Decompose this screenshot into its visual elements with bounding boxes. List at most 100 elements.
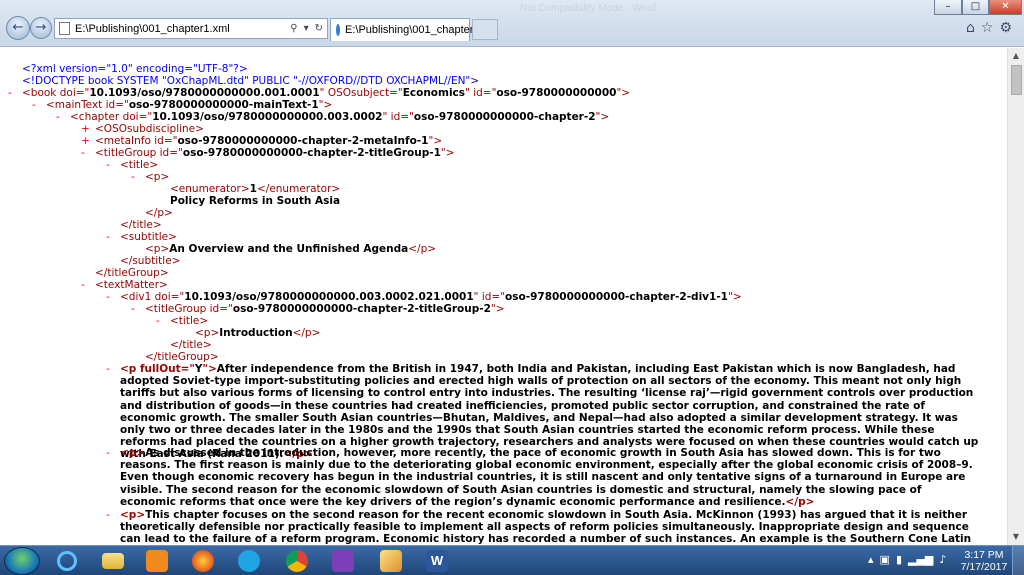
xml-line: </title>: [170, 339, 212, 351]
xml-token: ">: [318, 99, 333, 111]
xml-token: <chapter: [70, 111, 123, 123]
clock-time: 3:17 PM: [964, 549, 1004, 561]
signal-icon[interactable]: ▂▄▆: [908, 553, 933, 566]
xml-token: doi=": [59, 87, 90, 99]
settings-gear-icon[interactable]: ⚙: [999, 20, 1012, 36]
close-window-button[interactable]: ✕: [989, 0, 1022, 15]
document-icon: [59, 22, 70, 35]
home-icon[interactable]: ⌂: [966, 20, 975, 36]
xml-token: An Overview and the Unfinished Agenda: [169, 243, 409, 255]
taskbar-internet-explorer[interactable]: [50, 548, 84, 574]
xml-token: <p>: [145, 243, 170, 255]
xml-token: <titleGroup: [95, 147, 160, 159]
scroll-thumb[interactable]: [1011, 65, 1022, 95]
xml-token: Introduction: [219, 327, 293, 339]
xml-token: " id=": [382, 111, 414, 123]
visual-studio-icon: [332, 550, 354, 572]
xml-token: </p>: [408, 243, 437, 255]
xml-token: oso-9780000000000-chapter-2-titleGroup-1: [182, 147, 441, 159]
back-button[interactable]: ←: [6, 16, 30, 40]
firefox-icon: [192, 550, 214, 572]
collapse-toggle-icon[interactable]: -: [156, 315, 160, 327]
xml-token: ">: [595, 111, 610, 123]
xml-token: <p>: [120, 447, 146, 459]
taskbar-media-player[interactable]: [140, 548, 174, 574]
tray-app-icon[interactable]: ▣: [880, 553, 890, 566]
xml-token: <p>: [120, 509, 146, 521]
xml-token: oso-9780000000000-chapter-2-metaInfo-1: [177, 135, 429, 147]
collapse-toggle-icon[interactable]: -: [106, 509, 110, 521]
xml-token: <titleGroup: [145, 303, 210, 315]
xml-token: As discussed in the introduction, howeve…: [120, 447, 973, 508]
xml-token: id=": [154, 135, 178, 147]
scroll-up-icon[interactable]: ▲: [1008, 48, 1024, 64]
minimize-button[interactable]: –: [934, 0, 962, 15]
xml-token: <enumerator>: [170, 183, 250, 195]
internet-explorer-icon: [57, 551, 77, 571]
network-icon[interactable]: ▮: [896, 553, 902, 566]
forward-button[interactable]: →: [30, 17, 52, 39]
collapse-toggle-icon[interactable]: -: [81, 279, 85, 291]
collapse-toggle-icon[interactable]: -: [106, 159, 110, 171]
xml-token: " id=": [473, 291, 506, 303]
xml-line: </subtitle>: [120, 255, 180, 267]
xml-line: <title>: [120, 159, 158, 171]
taskbar-explorer[interactable]: [96, 548, 130, 574]
xml-token: </subtitle>: [120, 255, 181, 267]
taskbar-firefox[interactable]: [186, 548, 220, 574]
collapse-toggle-icon[interactable]: -: [32, 99, 36, 111]
vertical-scrollbar[interactable]: ▲ ▼: [1007, 48, 1024, 545]
xml-token: </p>: [292, 327, 321, 339]
address-bar[interactable]: E:\Publishing\001_chapter1.xml ⚲ ▾ ↻: [54, 18, 328, 39]
xml-line: <metaInfo id="oso-9780000000000-chapter-…: [95, 135, 442, 147]
collapse-toggle-icon[interactable]: -: [81, 147, 85, 159]
xml-token: " id=": [465, 87, 497, 99]
xml-token: ">: [202, 363, 217, 375]
favorites-star-icon[interactable]: ☆: [981, 20, 994, 36]
taskbar-chrome[interactable]: [280, 548, 314, 574]
collapse-toggle-icon[interactable]: -: [106, 231, 110, 243]
tray-arrow-icon[interactable]: ▴: [868, 553, 874, 566]
paragraph-element: <p fullOut="Y">After independence from t…: [120, 363, 980, 461]
system-tray: ▴ ▣ ▮ ▂▄▆ ♪: [868, 553, 946, 566]
collapse-toggle-icon[interactable]: -: [131, 171, 135, 183]
xml-line: <enumerator>1</enumerator>: [170, 183, 340, 195]
xml-token: ">: [428, 135, 443, 147]
collapse-toggle-icon[interactable]: -: [106, 363, 110, 375]
xml-token: Y: [194, 363, 203, 375]
xml-line: <subtitle>: [120, 231, 177, 243]
xml-token: id=": [105, 99, 129, 111]
xml-token: <metaInfo: [95, 135, 155, 147]
xml-token: <p>: [145, 171, 170, 183]
expand-toggle-icon[interactable]: +: [81, 135, 90, 147]
new-tab-button[interactable]: [472, 19, 498, 40]
show-desktop-button[interactable]: [1012, 546, 1024, 575]
collapse-toggle-icon[interactable]: -: [8, 87, 12, 99]
xml-token: </enumerator>: [256, 183, 341, 195]
volume-icon[interactable]: ♪: [939, 553, 946, 566]
collapse-toggle-icon[interactable]: -: [106, 291, 110, 303]
paragraph-element: <p>As discussed in the introduction, how…: [120, 447, 980, 508]
expand-toggle-icon[interactable]: +: [81, 123, 90, 135]
taskbar-word[interactable]: W: [420, 548, 454, 574]
xml-token: <title>: [170, 315, 209, 327]
window-caption: Not Compatibility Mode - Word: [520, 3, 656, 14]
collapse-toggle-icon[interactable]: -: [106, 447, 110, 459]
search-icon[interactable]: ⚲: [290, 23, 297, 34]
taskbar-visual-studio[interactable]: [326, 548, 360, 574]
refresh-icon[interactable]: ↻: [315, 23, 323, 34]
xml-token: 1: [249, 183, 257, 195]
collapse-toggle-icon[interactable]: -: [131, 303, 135, 315]
maximize-button[interactable]: □: [962, 0, 989, 15]
collapse-toggle-icon[interactable]: -: [56, 111, 60, 123]
taskbar-skype[interactable]: [232, 548, 266, 574]
xml-token: ">: [440, 147, 455, 159]
tab-current[interactable]: E:\Publishing\001_chapter1... ✕: [330, 18, 497, 41]
dropdown-icon[interactable]: ▾: [304, 23, 309, 34]
xml-token: id=": [159, 147, 183, 159]
system-clock[interactable]: 3:17 PM 7/17/2017: [960, 549, 1008, 573]
xml-line: </title>: [120, 219, 162, 231]
start-button[interactable]: [4, 547, 40, 575]
scroll-down-icon[interactable]: ▼: [1008, 529, 1024, 545]
taskbar-paint[interactable]: [374, 548, 408, 574]
